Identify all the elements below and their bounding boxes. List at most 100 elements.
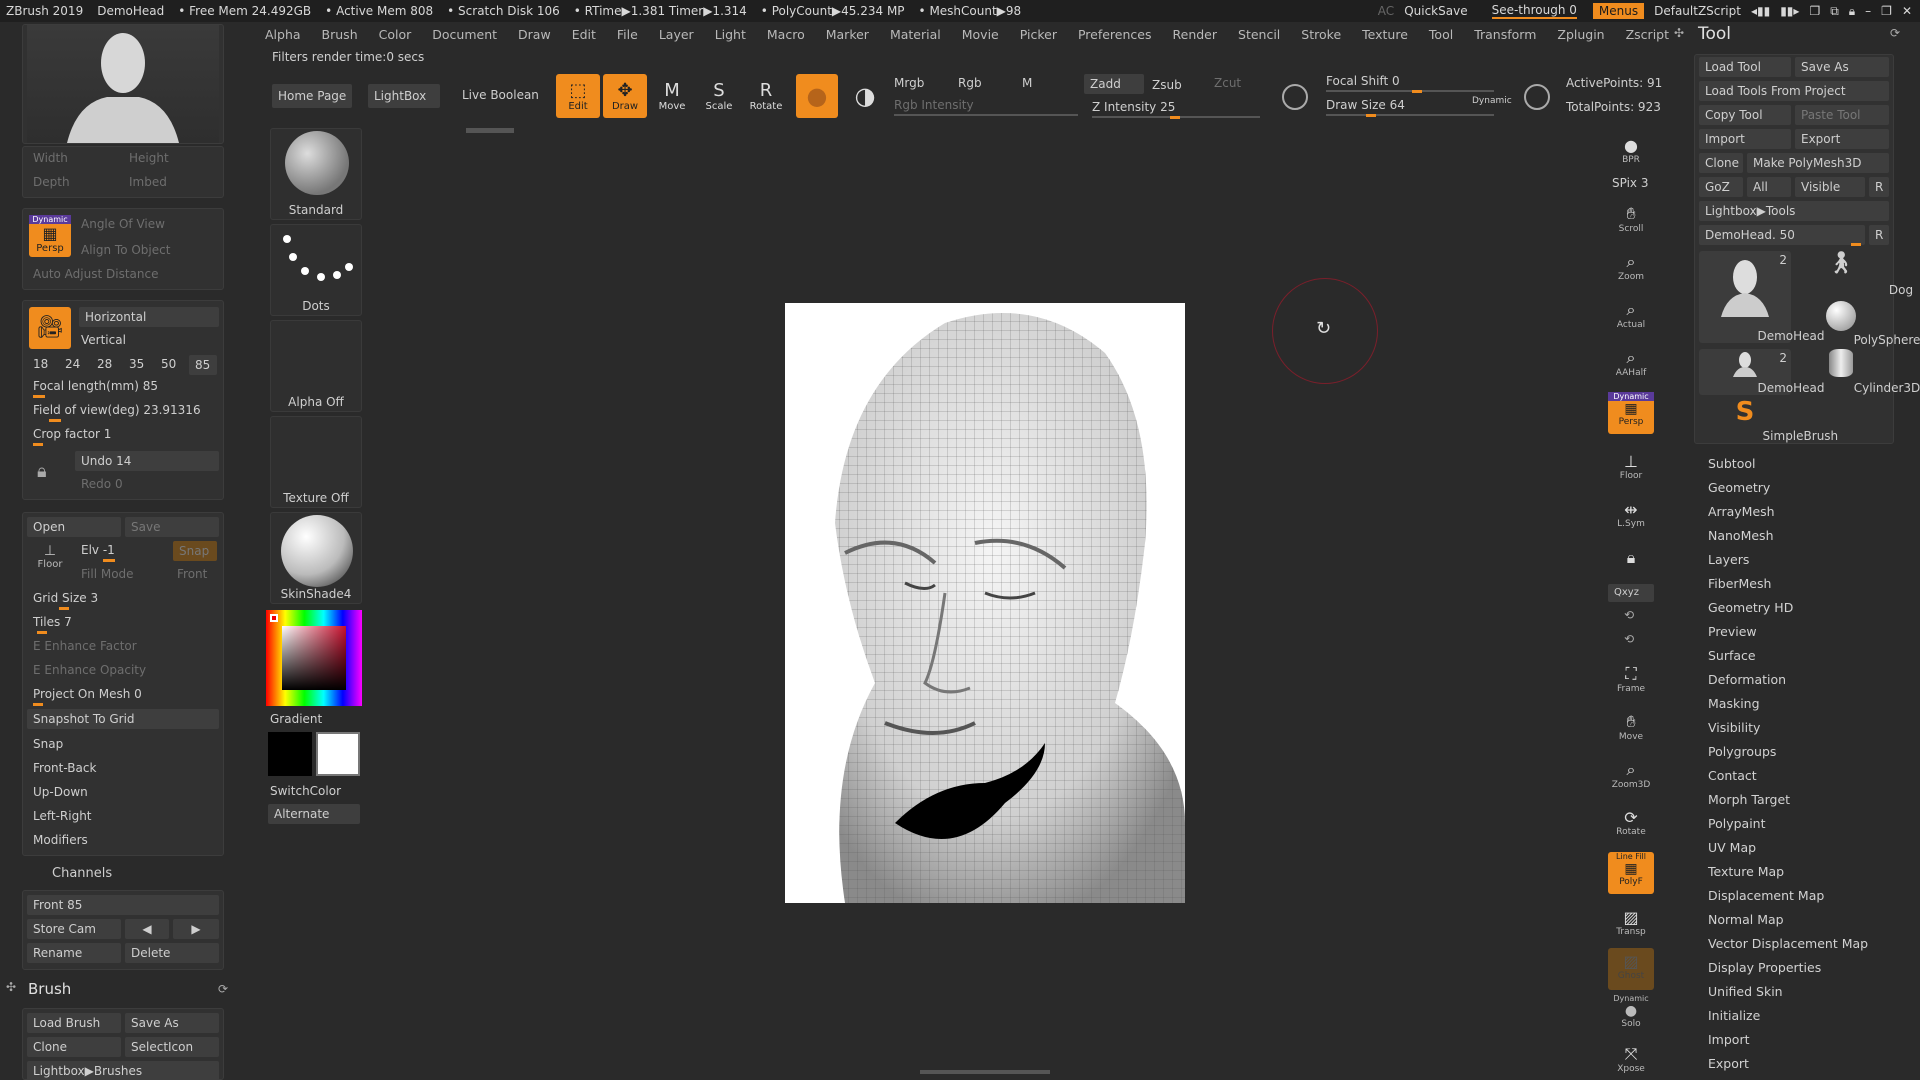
refresh-icon[interactable]: ⟳ xyxy=(218,982,228,996)
menu-uv-map[interactable]: UV Map xyxy=(1708,840,1756,855)
depth-slider[interactable]: Depth xyxy=(33,175,70,189)
floor-shelf-button[interactable]: ⊥ Floor xyxy=(1608,448,1654,490)
next-cam-button[interactable]: ▶ xyxy=(173,919,219,939)
menu-color[interactable]: Color xyxy=(379,27,412,42)
menu-marker[interactable]: Marker xyxy=(826,27,869,42)
tool-export-button[interactable]: Export xyxy=(1795,129,1889,149)
menu-polypaint[interactable]: Polypaint xyxy=(1708,816,1766,831)
snap-toggle[interactable]: Snap xyxy=(173,541,217,561)
lock-camera-icon[interactable]: 🔒︎ xyxy=(37,461,47,482)
menu-display-properties[interactable]: Display Properties xyxy=(1708,960,1821,975)
menu-draw[interactable]: Draw xyxy=(518,27,551,42)
floor-button[interactable]: ⊥ Floor xyxy=(33,543,67,570)
menu-zplugin[interactable]: Zplugin xyxy=(1557,27,1604,42)
alpha-slot[interactable]: Alpha Off xyxy=(270,320,362,412)
lock-shelf-button[interactable]: 🔒︎ xyxy=(1608,544,1654,586)
zadd-button[interactable]: Zadd xyxy=(1084,74,1144,94)
grid-size-knob[interactable] xyxy=(59,607,69,610)
live-boolean-button[interactable]: Live Boolean xyxy=(462,88,539,102)
main-color-swatch[interactable] xyxy=(316,732,360,776)
alternate-button[interactable]: Alternate xyxy=(268,804,360,824)
goz-all-button[interactable]: All xyxy=(1747,177,1791,197)
open-button[interactable]: Open xyxy=(27,517,121,537)
default-zscript-button[interactable]: DefaultZScript xyxy=(1654,4,1741,18)
dots-stroke-slot[interactable]: Dots xyxy=(270,224,362,316)
focal-preset-24[interactable]: 24 xyxy=(65,357,80,371)
move-view-button[interactable]: ✋︎ Move xyxy=(1608,708,1654,750)
material-swatch[interactable]: ● xyxy=(796,74,838,118)
menu-movie[interactable]: Movie xyxy=(962,27,999,42)
zoom-button[interactable]: ⌕ Zoom xyxy=(1608,248,1654,290)
redo-button[interactable]: Redo 0 xyxy=(81,477,123,491)
menu-texture[interactable]: Texture xyxy=(1362,27,1408,42)
palette-icon[interactable]: ◂▮▮ xyxy=(1751,4,1770,18)
focal-preset-28[interactable]: 28 xyxy=(97,357,112,371)
lightbox-tools-button[interactable]: Lightbox▶Tools xyxy=(1699,201,1889,221)
menu-preferences[interactable]: Preferences xyxy=(1078,27,1152,42)
menu-arraymesh[interactable]: ArrayMesh xyxy=(1708,504,1775,519)
elevation-knob[interactable] xyxy=(103,559,115,562)
brush-clone-button[interactable]: Clone xyxy=(27,1037,121,1057)
up-down-button[interactable]: Up-Down xyxy=(33,785,88,799)
channels-header[interactable]: Channels xyxy=(52,866,112,881)
tool-thumb-cylinder3d[interactable]: Cylinder3D xyxy=(1795,349,1920,395)
snap-button[interactable]: Snap xyxy=(33,737,63,751)
horizontal-button[interactable]: Horizontal xyxy=(79,307,219,327)
menu-masking[interactable]: Masking xyxy=(1708,696,1760,711)
focal-preset-50[interactable]: 50 xyxy=(161,357,176,371)
fill-mode-slider[interactable]: Fill Mode xyxy=(81,567,134,581)
previous-cam-button[interactable]: ◀ xyxy=(125,919,169,939)
rename-button[interactable]: Rename xyxy=(27,943,121,963)
menu-tool[interactable]: Tool xyxy=(1429,27,1453,42)
store-cam-button[interactable]: Store Cam xyxy=(27,919,121,939)
brush-palette-title[interactable]: Brush xyxy=(28,980,71,998)
menu-initialize[interactable]: Initialize xyxy=(1708,1008,1760,1023)
front-back-button[interactable]: Front-Back xyxy=(33,761,96,775)
tool-clone-button[interactable]: Clone xyxy=(1699,153,1743,173)
goz-button[interactable]: GoZ xyxy=(1699,177,1743,197)
tool-palette-title[interactable]: Tool xyxy=(1698,24,1731,44)
grid-size-slider[interactable]: Grid Size 3 xyxy=(33,591,98,605)
e-enhance-opacity-slider[interactable]: E Enhance Opacity xyxy=(33,663,146,677)
menu-render[interactable]: Render xyxy=(1173,27,1218,42)
color-picker-swatch[interactable]: ◑ xyxy=(844,74,886,118)
tool-save-as-button[interactable]: Save As xyxy=(1795,57,1889,77)
rotate-y-icon[interactable]: ⟲ xyxy=(1624,608,1634,622)
gradient-toggle[interactable]: Gradient xyxy=(270,712,322,726)
menu-morph-target[interactable]: Morph Target xyxy=(1708,792,1790,807)
texture-slot[interactable]: Texture Off xyxy=(270,416,362,508)
left-right-button[interactable]: Left-Right xyxy=(33,809,92,823)
tool-thumb-demohead[interactable]: 2 DemoHead xyxy=(1699,251,1825,343)
persp-shelf-button[interactable]: Dynamic ▦ Persp xyxy=(1608,392,1654,434)
menu-vector-displacement-map[interactable]: Vector Displacement Map xyxy=(1708,936,1868,951)
menu-surface[interactable]: Surface xyxy=(1708,648,1756,663)
material-slot[interactable]: SkinShade4 xyxy=(270,512,362,604)
window-icon[interactable]: ❐ xyxy=(1809,4,1820,18)
rgb-intensity-slider[interactable]: Rgb Intensity xyxy=(894,98,974,112)
menu-macro[interactable]: Macro xyxy=(767,27,805,42)
menu-light[interactable]: Light xyxy=(715,27,746,42)
transp-button[interactable]: ▨ Transp xyxy=(1608,904,1654,946)
xpose-button[interactable]: ⤧ Xpose xyxy=(1608,1040,1654,1080)
menu-visibility[interactable]: Visibility xyxy=(1708,720,1760,735)
xyz-button[interactable]: Qxyz xyxy=(1608,584,1654,602)
switch-color-button[interactable]: SwitchColor xyxy=(270,784,341,798)
head-preview-thumbnail[interactable] xyxy=(27,25,219,143)
scale-button[interactable]: S Scale xyxy=(697,74,741,118)
tiles-slider[interactable]: Tiles 7 xyxy=(33,615,72,629)
load-brush-button[interactable]: Load Brush xyxy=(27,1013,121,1033)
solo-button[interactable]: Dynamic ● Solo xyxy=(1608,994,1654,1036)
menu-deformation[interactable]: Deformation xyxy=(1708,672,1786,687)
current-tool-slider[interactable]: DemoHead. 50 xyxy=(1699,225,1865,245)
tool-thumb-dog[interactable]: 🚶︎ Dog xyxy=(1795,251,1913,297)
camera-icon[interactable]: 🎥︎ xyxy=(29,307,71,349)
restore-icon[interactable]: ❐ xyxy=(1881,4,1892,18)
document-canvas[interactable] xyxy=(785,303,1185,903)
auto-adjust-distance-button[interactable]: Auto Adjust Distance xyxy=(33,267,158,281)
focal-length-slider[interactable]: Focal length(mm) 85 xyxy=(33,379,158,393)
menu-layers[interactable]: Layers xyxy=(1708,552,1749,567)
align-to-object-button[interactable]: Align To Object xyxy=(81,243,170,257)
crop-factor-knob[interactable] xyxy=(33,443,43,446)
layout-icon[interactable]: ▮▮▸ xyxy=(1780,4,1799,18)
menu-document[interactable]: Document xyxy=(432,27,497,42)
